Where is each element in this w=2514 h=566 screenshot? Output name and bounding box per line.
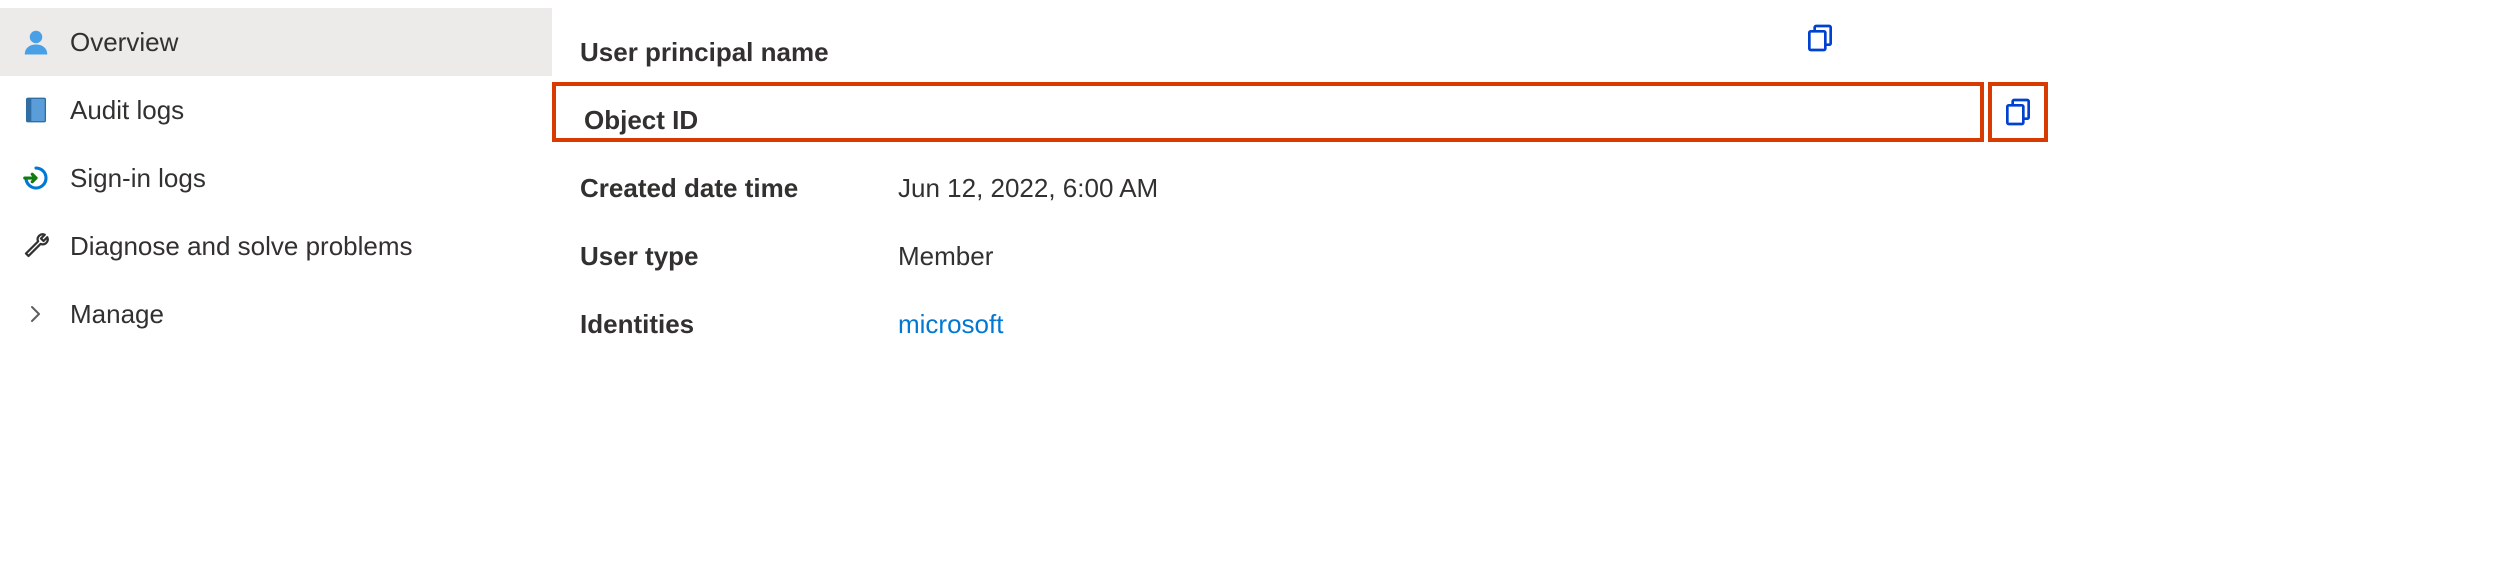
sidebar-item-signin-logs[interactable]: Sign-in logs — [0, 144, 552, 212]
sidebar-item-label: Manage — [70, 299, 164, 330]
copy-icon — [2002, 96, 2034, 128]
field-upn: User principal name — [580, 18, 2514, 86]
sidebar-item-label: Diagnose and solve problems — [70, 231, 413, 262]
sidebar-item-label: Audit logs — [70, 95, 184, 126]
copy-object-id-button[interactable] — [2002, 96, 2034, 128]
signin-icon — [20, 162, 52, 194]
copy-icon — [1804, 22, 1836, 54]
field-value-created: Jun 12, 2022, 6:00 AM — [898, 173, 1158, 204]
field-label-identities: Identities — [580, 309, 898, 340]
sidebar-item-overview[interactable]: Overview — [0, 8, 552, 76]
field-label-created: Created date time — [580, 173, 898, 204]
wrench-icon — [20, 230, 52, 262]
sidebar-item-diagnose[interactable]: Diagnose and solve problems — [0, 212, 552, 280]
sidebar: Overview Audit logs Sign-in logs — [0, 0, 552, 566]
field-value-identities[interactable]: microsoft — [898, 309, 1003, 340]
chevron-right-icon — [20, 298, 52, 330]
field-created: Created date time Jun 12, 2022, 6:00 AM — [580, 154, 2514, 222]
sidebar-item-manage[interactable]: Manage — [0, 280, 552, 348]
field-user-type: User type Member — [580, 222, 2514, 290]
field-label-upn: User principal name — [580, 37, 898, 68]
field-label-object-id: Object ID — [580, 105, 898, 136]
sidebar-item-audit-logs[interactable]: Audit logs — [0, 76, 552, 144]
field-label-user-type: User type — [580, 241, 898, 272]
notebook-icon — [20, 94, 52, 126]
field-identities: Identities microsoft — [580, 290, 2514, 358]
copy-upn-button[interactable] — [1804, 22, 1836, 54]
field-object-id: Object ID — [580, 86, 2514, 154]
field-value-user-type: Member — [898, 241, 993, 272]
details-panel: User principal name Object ID Created da… — [552, 0, 2514, 566]
sidebar-item-label: Sign-in logs — [70, 163, 206, 194]
sidebar-item-label: Overview — [70, 27, 178, 58]
user-icon — [20, 26, 52, 58]
